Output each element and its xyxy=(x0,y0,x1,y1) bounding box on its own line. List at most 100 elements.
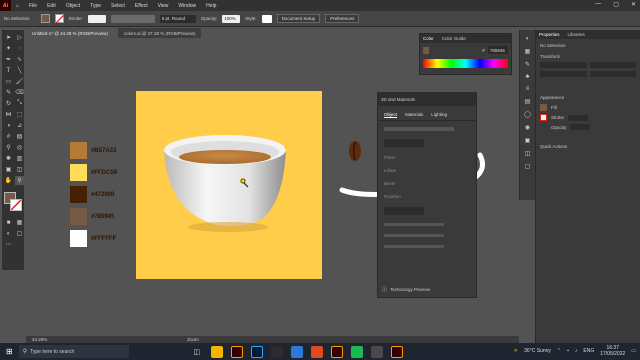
illustrator-taskbar-icon[interactable] xyxy=(230,345,243,358)
perspective-icon[interactable]: ⊿ xyxy=(15,121,24,130)
minimize-icon[interactable]: — xyxy=(595,1,601,8)
swatch-item[interactable]: #FFDC59 xyxy=(70,164,117,181)
opacity-input[interactable] xyxy=(570,124,591,130)
lasso-icon[interactable]: ◌ xyxy=(15,44,24,53)
artboard-tool-icon[interactable]: ▣ xyxy=(4,165,13,174)
3d-panel-header[interactable]: 3D and Materials xyxy=(378,93,476,106)
browser-taskbar-icon[interactable] xyxy=(290,345,303,358)
chrome-taskbar-icon[interactable] xyxy=(350,345,363,358)
rectangle-tool-icon[interactable]: ▭ xyxy=(4,77,13,86)
rotation-z-slider[interactable] xyxy=(384,245,444,248)
taskbar-search[interactable]: ⚲ Type here to search xyxy=(18,345,129,358)
language-indicator[interactable]: ENG xyxy=(583,348,594,354)
layers-panel-icon[interactable]: ◫ xyxy=(525,150,531,157)
transparency-panel-icon[interactable]: ◯ xyxy=(524,111,531,118)
color-mode-icon[interactable]: ■ xyxy=(4,218,13,227)
hand-tool-icon[interactable]: ✋ xyxy=(4,176,13,185)
appearance-stroke-swatch[interactable] xyxy=(540,114,547,121)
current-fill-swatch[interactable] xyxy=(423,46,430,54)
tab-properties[interactable]: Properties xyxy=(539,32,560,37)
menu-edit[interactable]: Edit xyxy=(42,3,61,9)
gradient-panel-icon[interactable]: ▤ xyxy=(525,98,531,105)
illustrator-taskbar-icon-2[interactable] xyxy=(330,345,343,358)
swatch-item[interactable]: #472000 xyxy=(70,186,117,203)
swatch-item[interactable]: #B57A33 xyxy=(70,142,117,159)
tab-color[interactable]: Color xyxy=(423,36,434,41)
app-taskbar-icon[interactable] xyxy=(270,345,283,358)
home-icon[interactable]: ⌂ xyxy=(11,3,24,9)
notification-icon[interactable]: ▭ xyxy=(631,348,636,354)
variable-width-profile[interactable] xyxy=(110,14,155,23)
width-tool-icon[interactable]: ⋈ xyxy=(4,110,13,119)
mesh-icon[interactable]: # xyxy=(4,132,13,141)
magic-wand-icon[interactable]: ✦ xyxy=(4,44,13,53)
appearance-panel-icon[interactable]: ◉ xyxy=(525,124,530,131)
symbol-sprayer-icon[interactable]: ✺ xyxy=(4,154,13,163)
tab-libraries[interactable]: Libraries xyxy=(568,32,585,37)
tab-colors[interactable]: colors.ai @ 37.28 % (RGB/Preview) xyxy=(117,28,202,38)
paintbrush-icon[interactable]: 🖌 xyxy=(15,77,24,86)
brush-definition[interactable]: 5 pt. Round xyxy=(159,14,196,23)
illustrator-active-icon[interactable] xyxy=(390,345,403,358)
swatch-item[interactable]: #FFFFFF xyxy=(70,230,117,247)
menu-help[interactable]: Help xyxy=(201,3,221,9)
task-view-icon[interactable]: ◫ xyxy=(191,346,203,358)
zoom-tool-icon[interactable]: ⚲ xyxy=(15,176,24,185)
scale-icon[interactable]: ⤡ xyxy=(15,99,24,108)
line-tool-icon[interactable]: ╲ xyxy=(15,66,24,75)
tab-untitled[interactable]: Untitled-1* @ 44.28 % (RGB/Preview) xyxy=(26,28,114,38)
stroke-color-box[interactable] xyxy=(10,199,22,211)
direct-selection-tool-icon[interactable]: ▷ xyxy=(15,33,24,42)
depth-slider[interactable] xyxy=(384,127,454,131)
type-dropdown[interactable] xyxy=(384,139,424,147)
file-explorer-icon[interactable] xyxy=(210,345,223,358)
stroke-weight-input[interactable] xyxy=(568,114,589,121)
media-taskbar-icon[interactable] xyxy=(310,345,323,358)
menu-window[interactable]: Window xyxy=(173,3,201,9)
eyedropper-icon[interactable]: ⚲ xyxy=(4,143,13,152)
type-tool-icon[interactable]: T xyxy=(4,66,13,75)
zoom-level[interactable]: 44.28% xyxy=(32,337,47,342)
stroke-swatch[interactable] xyxy=(54,14,64,23)
y-field[interactable] xyxy=(589,62,636,68)
rotation-y-slider[interactable] xyxy=(384,234,444,237)
rotate-icon[interactable]: ↻ xyxy=(4,99,13,108)
shape-builder-icon[interactable]: ◑ xyxy=(4,121,13,130)
edit-toolbar-icon[interactable]: ⋯ xyxy=(4,240,13,249)
eraser-icon[interactable]: ⌫ xyxy=(15,88,24,97)
clock[interactable]: 16:37 17/05/2022 xyxy=(600,345,625,357)
menu-view[interactable]: View xyxy=(153,3,174,9)
slice-icon[interactable]: ◫ xyxy=(15,165,24,174)
rotation-preset-dropdown[interactable] xyxy=(384,207,424,215)
windows-start-icon[interactable]: ⊞ xyxy=(0,347,19,356)
color-panel-icon[interactable]: ◐ xyxy=(526,36,530,42)
maximize-icon[interactable]: ▢ xyxy=(613,1,619,8)
menu-file[interactable]: File xyxy=(24,3,42,9)
swatches-panel-icon[interactable]: ▦ xyxy=(525,48,531,55)
pencil-icon[interactable]: ✎ xyxy=(4,88,13,97)
graphic-styles-icon[interactable]: ▣ xyxy=(525,137,531,144)
close-icon[interactable]: ✕ xyxy=(631,1,636,8)
blend-icon[interactable]: ◎ xyxy=(15,143,24,152)
stroke-panel-icon[interactable]: ≡ xyxy=(526,86,530,92)
color-spectrum[interactable] xyxy=(423,59,508,68)
menu-type[interactable]: Type xyxy=(85,3,106,9)
menu-object[interactable]: Object xyxy=(61,3,85,9)
tab-object[interactable]: Object xyxy=(384,112,397,117)
artboards-panel-icon[interactable]: ▢ xyxy=(525,163,531,170)
photoshop-taskbar-icon[interactable] xyxy=(250,345,263,358)
tray-chevron-icon[interactable]: ⌃ xyxy=(557,348,561,354)
preferences-button[interactable]: Preferences xyxy=(325,14,360,23)
artboard[interactable] xyxy=(136,91,322,279)
tab-lighting[interactable]: Lighting xyxy=(431,112,447,117)
style-swatch[interactable] xyxy=(261,14,272,23)
menu-effect[interactable]: Effect xyxy=(130,3,153,9)
free-transform-icon[interactable]: ⬚ xyxy=(15,110,24,119)
h-field[interactable] xyxy=(589,71,636,77)
pen-tool-icon[interactable]: ✒ xyxy=(4,55,13,64)
hex-input[interactable]: 785945 xyxy=(487,46,508,54)
stroke-weight-field[interactable] xyxy=(87,14,106,23)
menu-select[interactable]: Select xyxy=(106,3,130,9)
tab-color-guide[interactable]: Color Guide xyxy=(442,36,466,41)
rotation-x-slider[interactable] xyxy=(384,223,444,226)
